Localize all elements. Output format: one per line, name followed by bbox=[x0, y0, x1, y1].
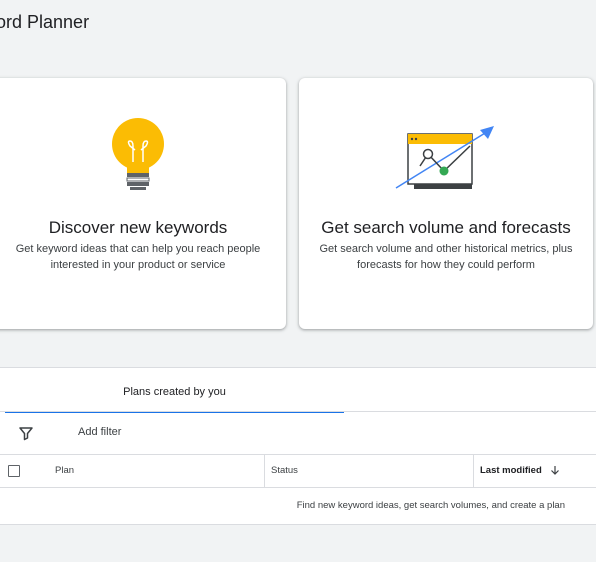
forecast-card-title: Get search volume and forecasts bbox=[321, 218, 571, 237]
column-header-status-label: Status bbox=[271, 465, 298, 476]
empty-state-message: Find new keyword ideas, get search volum… bbox=[296, 500, 565, 511]
select-all-checkbox[interactable] bbox=[8, 465, 20, 477]
discover-keywords-card[interactable]: Discover new keywords Get keyword ideas … bbox=[0, 78, 286, 329]
discover-card-title: Discover new keywords bbox=[48, 218, 228, 237]
column-header-plan[interactable]: Plan bbox=[55, 455, 74, 487]
plans-panel: Plans created by you Add filter Plan Sta… bbox=[0, 367, 596, 525]
add-filter-button[interactable]: Add filter bbox=[78, 426, 121, 438]
column-header-last-modified[interactable]: Last modified bbox=[473, 455, 596, 487]
discover-card-description: Get keyword ideas that can help you reac… bbox=[15, 243, 261, 271]
column-header-status[interactable]: Status bbox=[264, 455, 471, 487]
tab-plans-created-by-you[interactable]: Plans created by you bbox=[5, 368, 344, 413]
trend-chart-icon bbox=[395, 126, 494, 189]
forecast-card-description: Get search volume and other historical m… bbox=[319, 243, 573, 271]
column-header-plan-label: Plan bbox=[55, 465, 75, 476]
filter-icon[interactable] bbox=[18, 425, 34, 441]
page-title: ord Planner bbox=[0, 12, 90, 32]
arrow-down-icon bbox=[551, 466, 560, 476]
table-header: Plan Status Last modified bbox=[0, 454, 596, 488]
filter-bar: Add filter bbox=[0, 412, 596, 454]
search-volume-forecasts-card[interactable]: Get search volume and forecasts Get sear… bbox=[299, 78, 593, 329]
lightbulb-icon bbox=[112, 118, 164, 190]
column-header-last-modified-label: Last modified bbox=[480, 465, 542, 476]
